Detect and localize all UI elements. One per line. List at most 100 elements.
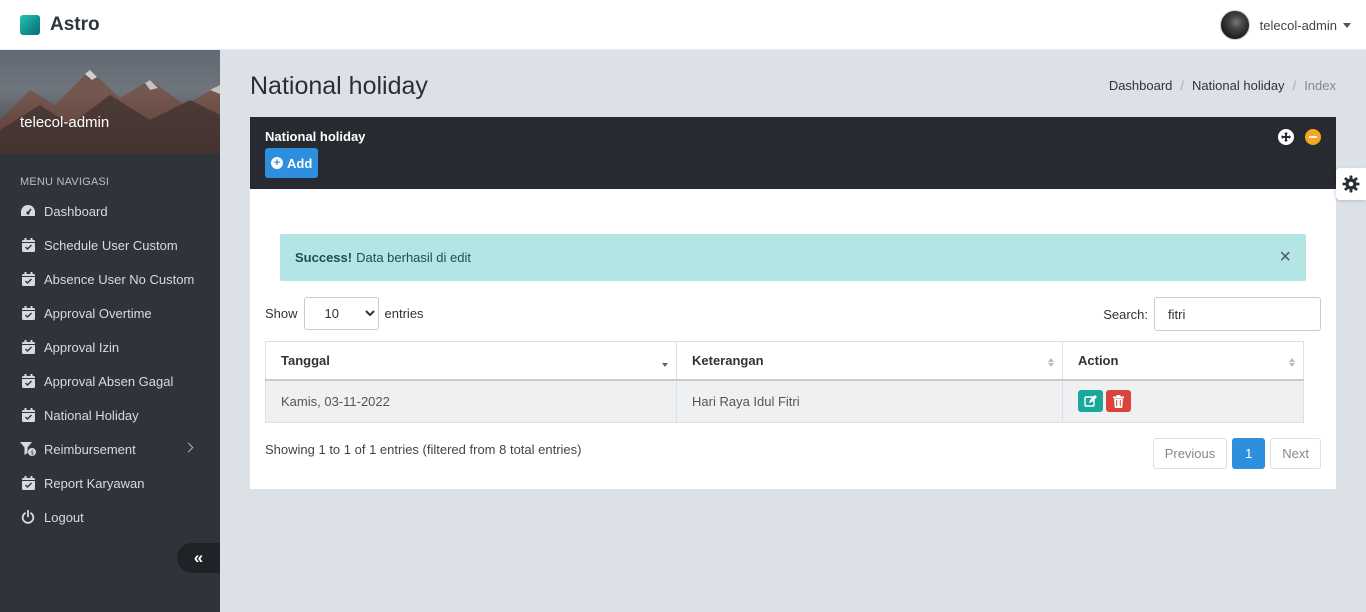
filter-dollar-icon: $ <box>20 441 36 457</box>
menu-section-title: MENU NAVIGASI <box>20 176 110 188</box>
column-header-action[interactable]: Action <box>1062 341 1304 381</box>
mountain-background-image <box>0 70 220 154</box>
sidebar-item-national-holiday[interactable]: National Holiday <box>0 398 220 432</box>
page-title: National holiday <box>250 72 428 100</box>
cell-keterangan: Hari Raya Idul Fitri <box>676 379 1063 423</box>
search-input[interactable] <box>1154 297 1321 331</box>
national-holiday-card: National holiday + Add Success! Data ber… <box>250 117 1336 489</box>
breadcrumb-separator: / <box>1292 78 1297 93</box>
table-header-row: Tanggal Keterangan Action <box>265 341 1304 381</box>
calendar-check-icon <box>20 407 36 423</box>
alert-message: Data berhasil di edit <box>356 250 471 265</box>
minimize-icon[interactable] <box>1305 129 1321 145</box>
plus-circle-icon: + <box>271 157 283 169</box>
user-menu-dropdown[interactable]: telecol-admin <box>1219 10 1351 40</box>
sidebar-item-report-karyawan[interactable]: Report Karyawan <box>0 466 220 500</box>
chevron-right-icon <box>183 442 194 453</box>
sidebar-item-label: Absence User No Custom <box>44 271 195 287</box>
avatar <box>1219 10 1250 40</box>
sidebar-item-label: Reimbursement <box>44 441 136 457</box>
sidebar-item-absence-user-no-custom[interactable]: Absence User No Custom <box>0 262 220 296</box>
column-header-keterangan[interactable]: Keterangan <box>676 341 1063 381</box>
sort-icon <box>1289 358 1295 367</box>
row-actions <box>1078 390 1303 413</box>
caret-down-icon <box>1343 22 1351 28</box>
search-control: Search: <box>1103 297 1321 331</box>
sort-icon <box>1048 358 1054 367</box>
cell-action <box>1062 379 1304 423</box>
breadcrumb-national-holiday[interactable]: National holiday <box>1192 78 1285 93</box>
next-page-button[interactable]: Next <box>1270 438 1321 469</box>
dashboard-icon <box>20 203 36 219</box>
previous-page-button[interactable]: Previous <box>1152 438 1228 469</box>
edit-button[interactable] <box>1078 390 1103 413</box>
column-header-label: Keterangan <box>692 352 764 368</box>
table-info: Showing 1 to 1 of 1 entries (filtered fr… <box>265 442 582 457</box>
trash-icon <box>1113 394 1124 408</box>
sidebar: telecol-admin MENU NAVIGASI Dashboard Sc… <box>0 50 220 612</box>
page-length-select[interactable]: 10 <box>303 297 379 330</box>
settings-toggle[interactable] <box>1336 168 1366 200</box>
column-header-label: Tanggal <box>281 352 330 368</box>
sort-desc-icon <box>662 358 668 367</box>
add-button-label: Add <box>287 155 313 171</box>
add-button[interactable]: + Add <box>265 148 319 178</box>
sidebar-item-label: National Holiday <box>44 407 139 423</box>
entries-label: entries <box>384 306 424 321</box>
column-header-label: Action <box>1078 352 1119 368</box>
close-icon[interactable]: × <box>1279 247 1291 267</box>
sidebar-user-name: telecol-admin <box>20 114 110 131</box>
pagination: Previous 1 Next <box>1152 438 1321 469</box>
sidebar-item-label: Dashboard <box>44 203 108 219</box>
success-alert: Success! Data berhasil di edit × <box>280 234 1306 281</box>
sidebar-item-label: Approval Izin <box>44 339 120 355</box>
show-label: Show <box>265 306 298 321</box>
brand[interactable]: Astro <box>20 14 100 36</box>
sidebar-item-label: Approval Absen Gagal <box>44 373 174 389</box>
calendar-check-icon <box>20 339 36 355</box>
svg-text:$: $ <box>30 450 34 456</box>
holiday-table: Tanggal Keterangan Action Kamis, 03-11-2… <box>265 341 1304 423</box>
table-row: Kamis, 03-11-2022 Hari Raya Idul Fitri <box>265 379 1304 423</box>
calendar-check-icon <box>20 475 36 491</box>
power-icon <box>20 509 36 525</box>
calendar-check-icon <box>20 373 36 389</box>
breadcrumb-separator: / <box>1180 78 1185 93</box>
card-title: National holiday <box>265 129 366 144</box>
sidebar-profile-header: telecol-admin <box>0 50 220 154</box>
sidebar-item-logout[interactable]: Logout <box>0 500 220 534</box>
sidebar-item-approval-overtime[interactable]: Approval Overtime <box>0 296 220 330</box>
brand-name: Astro <box>50 14 100 35</box>
sidebar-item-approval-izin[interactable]: Approval Izin <box>0 330 220 364</box>
breadcrumb: Dashboard / National holiday / Index <box>1109 78 1336 93</box>
sidebar-item-approval-absen-gagal[interactable]: Approval Absen Gagal <box>0 364 220 398</box>
gear-icon <box>1342 175 1360 193</box>
sidebar-item-dashboard[interactable]: Dashboard <box>0 194 220 228</box>
alert-strong-text: Success! <box>295 250 353 265</box>
column-header-tanggal[interactable]: Tanggal <box>265 341 677 381</box>
user-menu-name: telecol-admin <box>1259 17 1337 33</box>
card-header: National holiday + Add <box>250 117 1336 189</box>
brand-logo-icon <box>20 15 40 35</box>
page-1-button[interactable]: 1 <box>1232 438 1266 469</box>
page-length-control: Show 10 entries <box>265 297 424 330</box>
sidebar-item-schedule-user-custom[interactable]: Schedule User Custom <box>0 228 220 262</box>
card-tools <box>1278 129 1321 145</box>
edit-icon <box>1084 394 1097 407</box>
calendar-check-icon <box>20 237 36 253</box>
calendar-check-icon <box>20 271 36 287</box>
move-icon[interactable] <box>1278 129 1294 145</box>
search-label: Search: <box>1103 306 1148 322</box>
delete-button[interactable] <box>1106 390 1131 413</box>
sidebar-item-reimbursement[interactable]: $ Reimbursement <box>0 432 220 466</box>
breadcrumb-index: Index <box>1304 78 1336 93</box>
sidebar-item-label: Report Karyawan <box>44 475 145 491</box>
calendar-check-icon <box>20 305 36 321</box>
cell-tanggal: Kamis, 03-11-2022 <box>265 379 677 423</box>
sidebar-item-label: Logout <box>44 509 84 525</box>
sidebar-item-label: Schedule User Custom <box>44 237 178 253</box>
top-navbar: Astro telecol-admin <box>0 0 1366 50</box>
sidebar-collapse-button[interactable]: « <box>177 543 220 573</box>
sidebar-item-label: Approval Overtime <box>44 305 152 321</box>
breadcrumb-dashboard[interactable]: Dashboard <box>1109 78 1173 93</box>
